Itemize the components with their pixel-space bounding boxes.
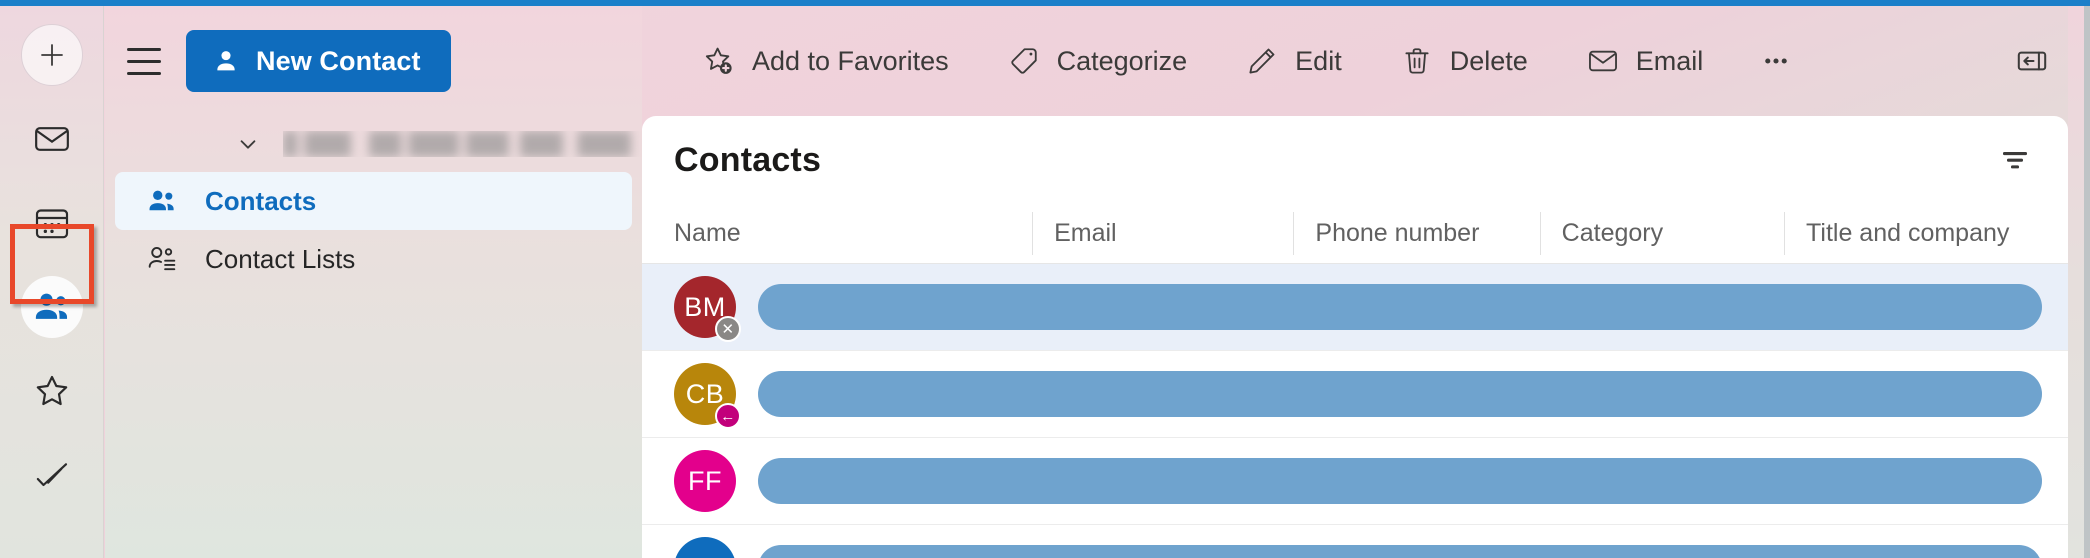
star-icon: [36, 375, 67, 406]
categorize-button[interactable]: Categorize: [989, 32, 1206, 90]
column-header-email[interactable]: Email: [1032, 204, 1293, 263]
contact-details-redacted: [758, 371, 2042, 417]
sidebar-item-contacts[interactable]: Contacts: [115, 172, 632, 230]
avatar: [674, 537, 736, 558]
account-email-redacted: [283, 131, 642, 157]
rail-item-mail[interactable]: [21, 108, 83, 170]
tag-icon: [1010, 48, 1037, 74]
avatar: FF: [674, 450, 736, 512]
contacts-column-header: Name Email Phone number Category Title a…: [642, 204, 2068, 264]
new-contact-button[interactable]: New Contact: [186, 30, 451, 92]
column-header-phone[interactable]: Phone number: [1293, 204, 1539, 263]
chevron-down-icon: [240, 140, 256, 149]
rail-item-people[interactable]: [20, 276, 83, 338]
add-to-favorites-button[interactable]: Add to Favorites: [684, 32, 967, 90]
calendar-icon: [35, 209, 68, 239]
blocked-x-icon: ✕: [715, 316, 741, 342]
mail-icon: [34, 127, 69, 151]
sidebar-item-contact-lists-label: Contact Lists: [205, 243, 356, 274]
sidebar-item-contact-lists[interactable]: Contact Lists: [115, 230, 632, 288]
rail-new-item-button[interactable]: [20, 24, 83, 86]
window-right-edge: [2068, 6, 2090, 558]
delete-label: Delete: [1449, 45, 1528, 76]
folder-sidebar: New Contact Contacts Contact Lists: [105, 6, 642, 558]
contacts-panel: Contacts Name Email Phone number Categor…: [642, 116, 2068, 558]
command-bar: Add to Favorites Categorize Edit Delete …: [642, 6, 2090, 116]
filter-button[interactable]: [1988, 138, 2042, 182]
contacts-list: BM ✕ CB ← FF: [642, 264, 2068, 558]
account-row[interactable]: [105, 116, 642, 172]
email-label: Email: [1635, 45, 1704, 76]
contact-details-redacted: [758, 458, 2042, 504]
avatar-initials: CB: [685, 378, 725, 409]
column-header-category[interactable]: Category: [1539, 204, 1784, 263]
avatar: CB ←: [674, 363, 741, 429]
collapse-pane-icon: [2017, 51, 2047, 71]
star-add-icon: [705, 47, 732, 74]
app-rail: [0, 6, 104, 558]
sidebar-header: New Contact: [105, 6, 642, 116]
collapse-pane-button[interactable]: [1998, 32, 2066, 90]
column-header-title[interactable]: Title and company: [1784, 204, 2068, 263]
trash-icon: [1405, 48, 1429, 74]
pencil-icon: [1249, 48, 1275, 74]
edit-button[interactable]: Edit: [1227, 32, 1360, 90]
forward-arrow-icon: ←: [715, 403, 741, 429]
filter-icon: [2003, 152, 2027, 169]
envelope-icon: [1588, 50, 1617, 72]
table-row[interactable]: BM ✕: [642, 264, 2068, 351]
table-row[interactable]: [642, 525, 2068, 558]
contact-details-redacted: [758, 284, 2042, 330]
avatar-initials: FF: [688, 465, 722, 496]
contact-details-redacted: [758, 545, 2042, 558]
outlook-people-window: New Contact Contacts Contact Lists Add t…: [0, 0, 2090, 558]
rail-item-todo[interactable]: [21, 444, 83, 506]
email-button[interactable]: Email: [1568, 32, 1722, 90]
delete-button[interactable]: Delete: [1382, 32, 1546, 90]
people-icon: [35, 293, 67, 319]
rail-item-calendar[interactable]: [21, 192, 83, 254]
person-add-icon: [217, 51, 235, 71]
more-options-button[interactable]: [1743, 32, 1809, 90]
page-title: Contacts: [674, 140, 822, 179]
add-to-favorites-label: Add to Favorites: [752, 45, 949, 76]
edit-label: Edit: [1295, 45, 1342, 76]
table-row[interactable]: FF: [642, 438, 2068, 525]
contacts-panel-header: Contacts: [642, 116, 2068, 204]
column-header-name[interactable]: Name: [674, 204, 1032, 263]
hamburger-icon[interactable]: [116, 33, 172, 89]
more-horizontal-icon: [1765, 58, 1788, 64]
plus-icon: [40, 44, 63, 66]
rail-item-favorites[interactable]: [21, 360, 83, 422]
contacts-icon: [149, 190, 174, 211]
todo-check-icon: [36, 463, 67, 487]
avatar: BM ✕: [674, 276, 741, 342]
contact-lists-icon: [148, 246, 176, 271]
new-contact-button-label: New Contact: [256, 45, 421, 76]
categorize-label: Categorize: [1056, 45, 1188, 76]
table-row[interactable]: CB ←: [642, 351, 2068, 438]
sidebar-item-contacts-label: Contacts: [205, 185, 317, 216]
